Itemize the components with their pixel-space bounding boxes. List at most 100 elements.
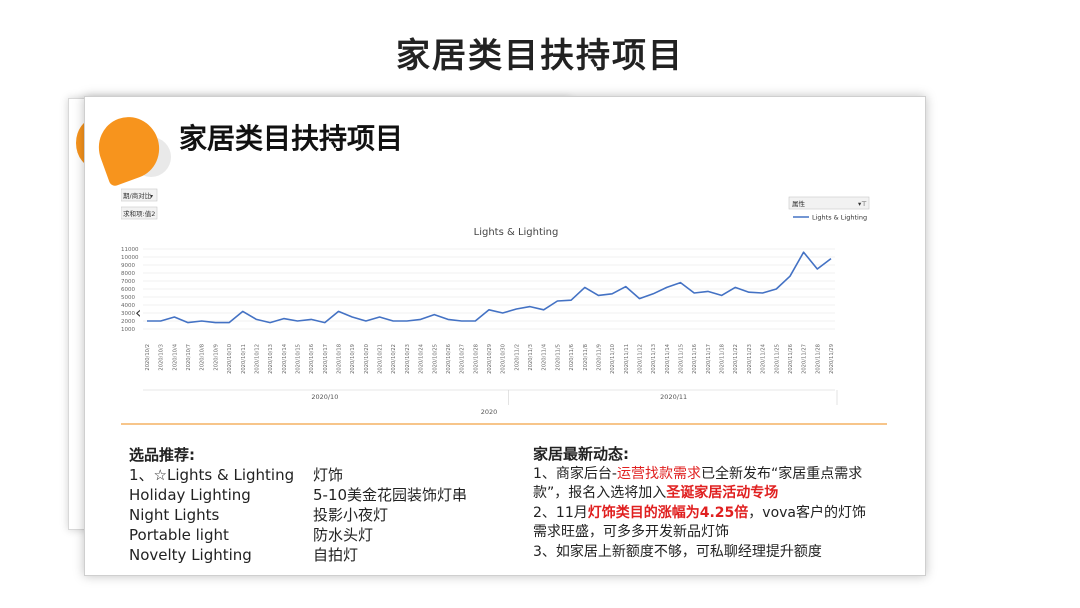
x-tick-label: 2020/10/8 [200, 344, 206, 371]
x-tick-label: 2020/10/19 [350, 344, 356, 374]
x-tick-label: 2020/11/2 [514, 344, 520, 371]
attribute-filter-dropdown[interactable]: 属性 ▾⊤ [788, 196, 870, 210]
y-tick-label: 6000 [121, 287, 135, 293]
news-highlight: 灯饰类目的涨幅为4.25倍 [587, 504, 749, 521]
product-cn: 5-10美金花园装饰灯串 [313, 486, 468, 504]
filter-dropdown[interactable]: 期/商对比 ▾ [121, 188, 158, 202]
chart-series [147, 251, 832, 324]
y-tick-label: 8000 [121, 271, 135, 277]
x-tick-label: 2020/11/8 [583, 344, 589, 371]
y-tick-label: 9000 [121, 263, 135, 269]
x-tick-label: 2020/11/14 [665, 343, 671, 374]
product-cn: 防水头灯 [313, 526, 374, 544]
news-title: 家居最新动态: [533, 445, 629, 463]
x-tick-label: 2020/11/29 [829, 344, 835, 374]
product-cn: 投影小夜灯 [313, 506, 389, 524]
news-item-3: 3、如家居上新额度不够，可私聊经理提升额度 [533, 543, 822, 560]
news-item-2: 2、11月灯饰类目的涨幅为4.25倍，vova客户的灯饰需求旺盛，可多多开发新品… [533, 504, 873, 543]
x-tick-label: 2020/10/28 [473, 344, 479, 374]
x-tick-label: 2020/10/9 [213, 344, 219, 371]
news-text: 1、商家后台- [533, 465, 617, 482]
y-tick-label: 4000 [121, 303, 135, 309]
x-tick-label: 2020/10/16 [309, 344, 315, 374]
x-tick-label: 2020/11/6 [569, 344, 575, 371]
product-recommendations: 选品推荐: 1、☆Lights & Lighting 灯饰 Holiday Li… [129, 445, 529, 565]
x-tick-label: 2020/11/24 [761, 343, 767, 374]
y-tick-label: 2000 [121, 319, 135, 325]
x-tick-label: 2020/10/23 [405, 344, 411, 374]
product-row: 1、☆Lights & Lighting 灯饰 [129, 465, 529, 485]
attribute-filter-label: 属性 [792, 199, 806, 208]
product-en: Holiday Lighting [129, 486, 251, 504]
chevron-left-icon[interactable]: ‹ [135, 303, 141, 322]
product-en: Portable light [129, 526, 229, 544]
news-text: 2、11月 [533, 504, 588, 521]
filter-dropdown-label: 期/商对比 [123, 191, 152, 200]
main-slide: 家居类目扶持项目 期/商对比 ▾ 求和项:值2 属性 ▾⊤ Lights & L… [84, 96, 926, 576]
product-row: Novelty Lighting 自拍灯 [129, 545, 529, 565]
x-tick-label: 2020/11/16 [692, 344, 698, 374]
slide-title: 家居类目扶持项目 [179, 122, 404, 155]
products-title: 选品推荐: [129, 446, 195, 464]
y-tick-label: 7000 [121, 279, 135, 285]
x-tick-label: 2020/10/7 [186, 344, 192, 371]
product-en: Novelty Lighting [129, 546, 252, 564]
x-tick-label: 2020/10/14 [282, 343, 288, 374]
product-row: Holiday Lighting 5-10美金花园装饰灯串 [129, 485, 529, 505]
x-tick-label: 2020/11/13 [651, 344, 657, 374]
page-title: 家居类目扶持项目 [396, 36, 684, 76]
home-news: 家居最新动态: 1、商家后台-运营找款需求已全新发布“家居重点需求款”，报名入选… [533, 445, 873, 562]
x-tick-label: 2020/10/26 [446, 344, 452, 374]
year-label: 2020 [481, 408, 498, 416]
news-item-1: 1、商家后台-运营找款需求已全新发布“家居重点需求款”，报名入选将加入圣诞家居活… [533, 465, 873, 504]
x-tick-label: 2020/10/21 [378, 344, 384, 374]
x-tick-label: 2020/11/27 [802, 344, 808, 374]
x-tick-label: 2020/11/23 [747, 344, 753, 374]
month-axis: 2020/10 2020/11 2020 [143, 389, 838, 416]
x-tick-label: 2020/11/9 [596, 344, 602, 371]
x-axis-ticks: 2020/10/2 2020/10/3 2020/10/4 2020/10/7 2020… [145, 343, 835, 374]
x-tick-label: 2020/10/29 [487, 344, 493, 374]
product-en: 1、☆Lights & Lighting [129, 466, 295, 484]
y-tick-label: 11000 [121, 247, 139, 253]
product-row: Portable light 防水头灯 [129, 525, 529, 545]
x-tick-label: 2020/10/2 [145, 344, 151, 371]
x-tick-label: 2020/11/18 [720, 344, 726, 374]
y-tick-label: 3000 [121, 311, 135, 317]
x-tick-label: 2020/11/26 [788, 344, 794, 374]
x-tick-label: 2020/11/22 [733, 344, 739, 374]
x-tick-label: 2020/10/27 [460, 344, 466, 374]
filter-icon: ▾⊤ [858, 200, 867, 208]
x-tick-label: 2020/10/17 [323, 344, 329, 374]
x-tick-label: 2020/10/30 [501, 344, 507, 374]
x-tick-label: 2020/10/3 [159, 344, 165, 371]
x-tick-label: 2020/10/10 [227, 344, 233, 374]
x-tick-label: 2020/11/10 [610, 344, 616, 374]
month-label: 2020/11 [660, 393, 687, 401]
x-tick-label: 2020/11/4 [542, 343, 548, 370]
news-highlight: 圣诞家居活动专场 [666, 485, 779, 501]
product-en: Night Lights [129, 506, 220, 524]
x-tick-label: 2020/10/24 [419, 343, 425, 374]
chart-title: Lights & Lighting [474, 227, 559, 238]
x-tick-label: 2020/10/18 [337, 344, 343, 374]
x-tick-label: 2020/11/11 [624, 344, 630, 374]
chevron-down-icon: ▾ [150, 193, 153, 200]
x-tick-label: 2020/11/5 [555, 344, 561, 371]
x-tick-label: 2020/10/20 [364, 344, 370, 374]
y-tick-label: 10000 [121, 255, 139, 261]
x-tick-label: 2020/10/4 [172, 343, 178, 370]
y-tick-label: 5000 [121, 295, 135, 301]
line-chart-panel: 期/商对比 ▾ 求和项:值2 属性 ▾⊤ Lights & Lighting L… [121, 187, 887, 425]
product-cn: 自拍灯 [313, 546, 359, 564]
x-tick-label: 2020/11/17 [706, 344, 712, 374]
news-highlight: 运营找款需求 [616, 465, 701, 482]
product-cn: 灯饰 [313, 466, 344, 484]
y-tick-label: 1000 [121, 327, 135, 333]
x-tick-label: 2020/11/15 [679, 344, 685, 374]
sum-field-button[interactable]: 求和项:值2 [121, 206, 158, 220]
x-tick-label: 2020/10/25 [432, 344, 438, 374]
legend: Lights & Lighting [793, 214, 867, 222]
x-tick-label: 2020/10/13 [268, 344, 274, 374]
month-label: 2020/10 [311, 393, 338, 401]
